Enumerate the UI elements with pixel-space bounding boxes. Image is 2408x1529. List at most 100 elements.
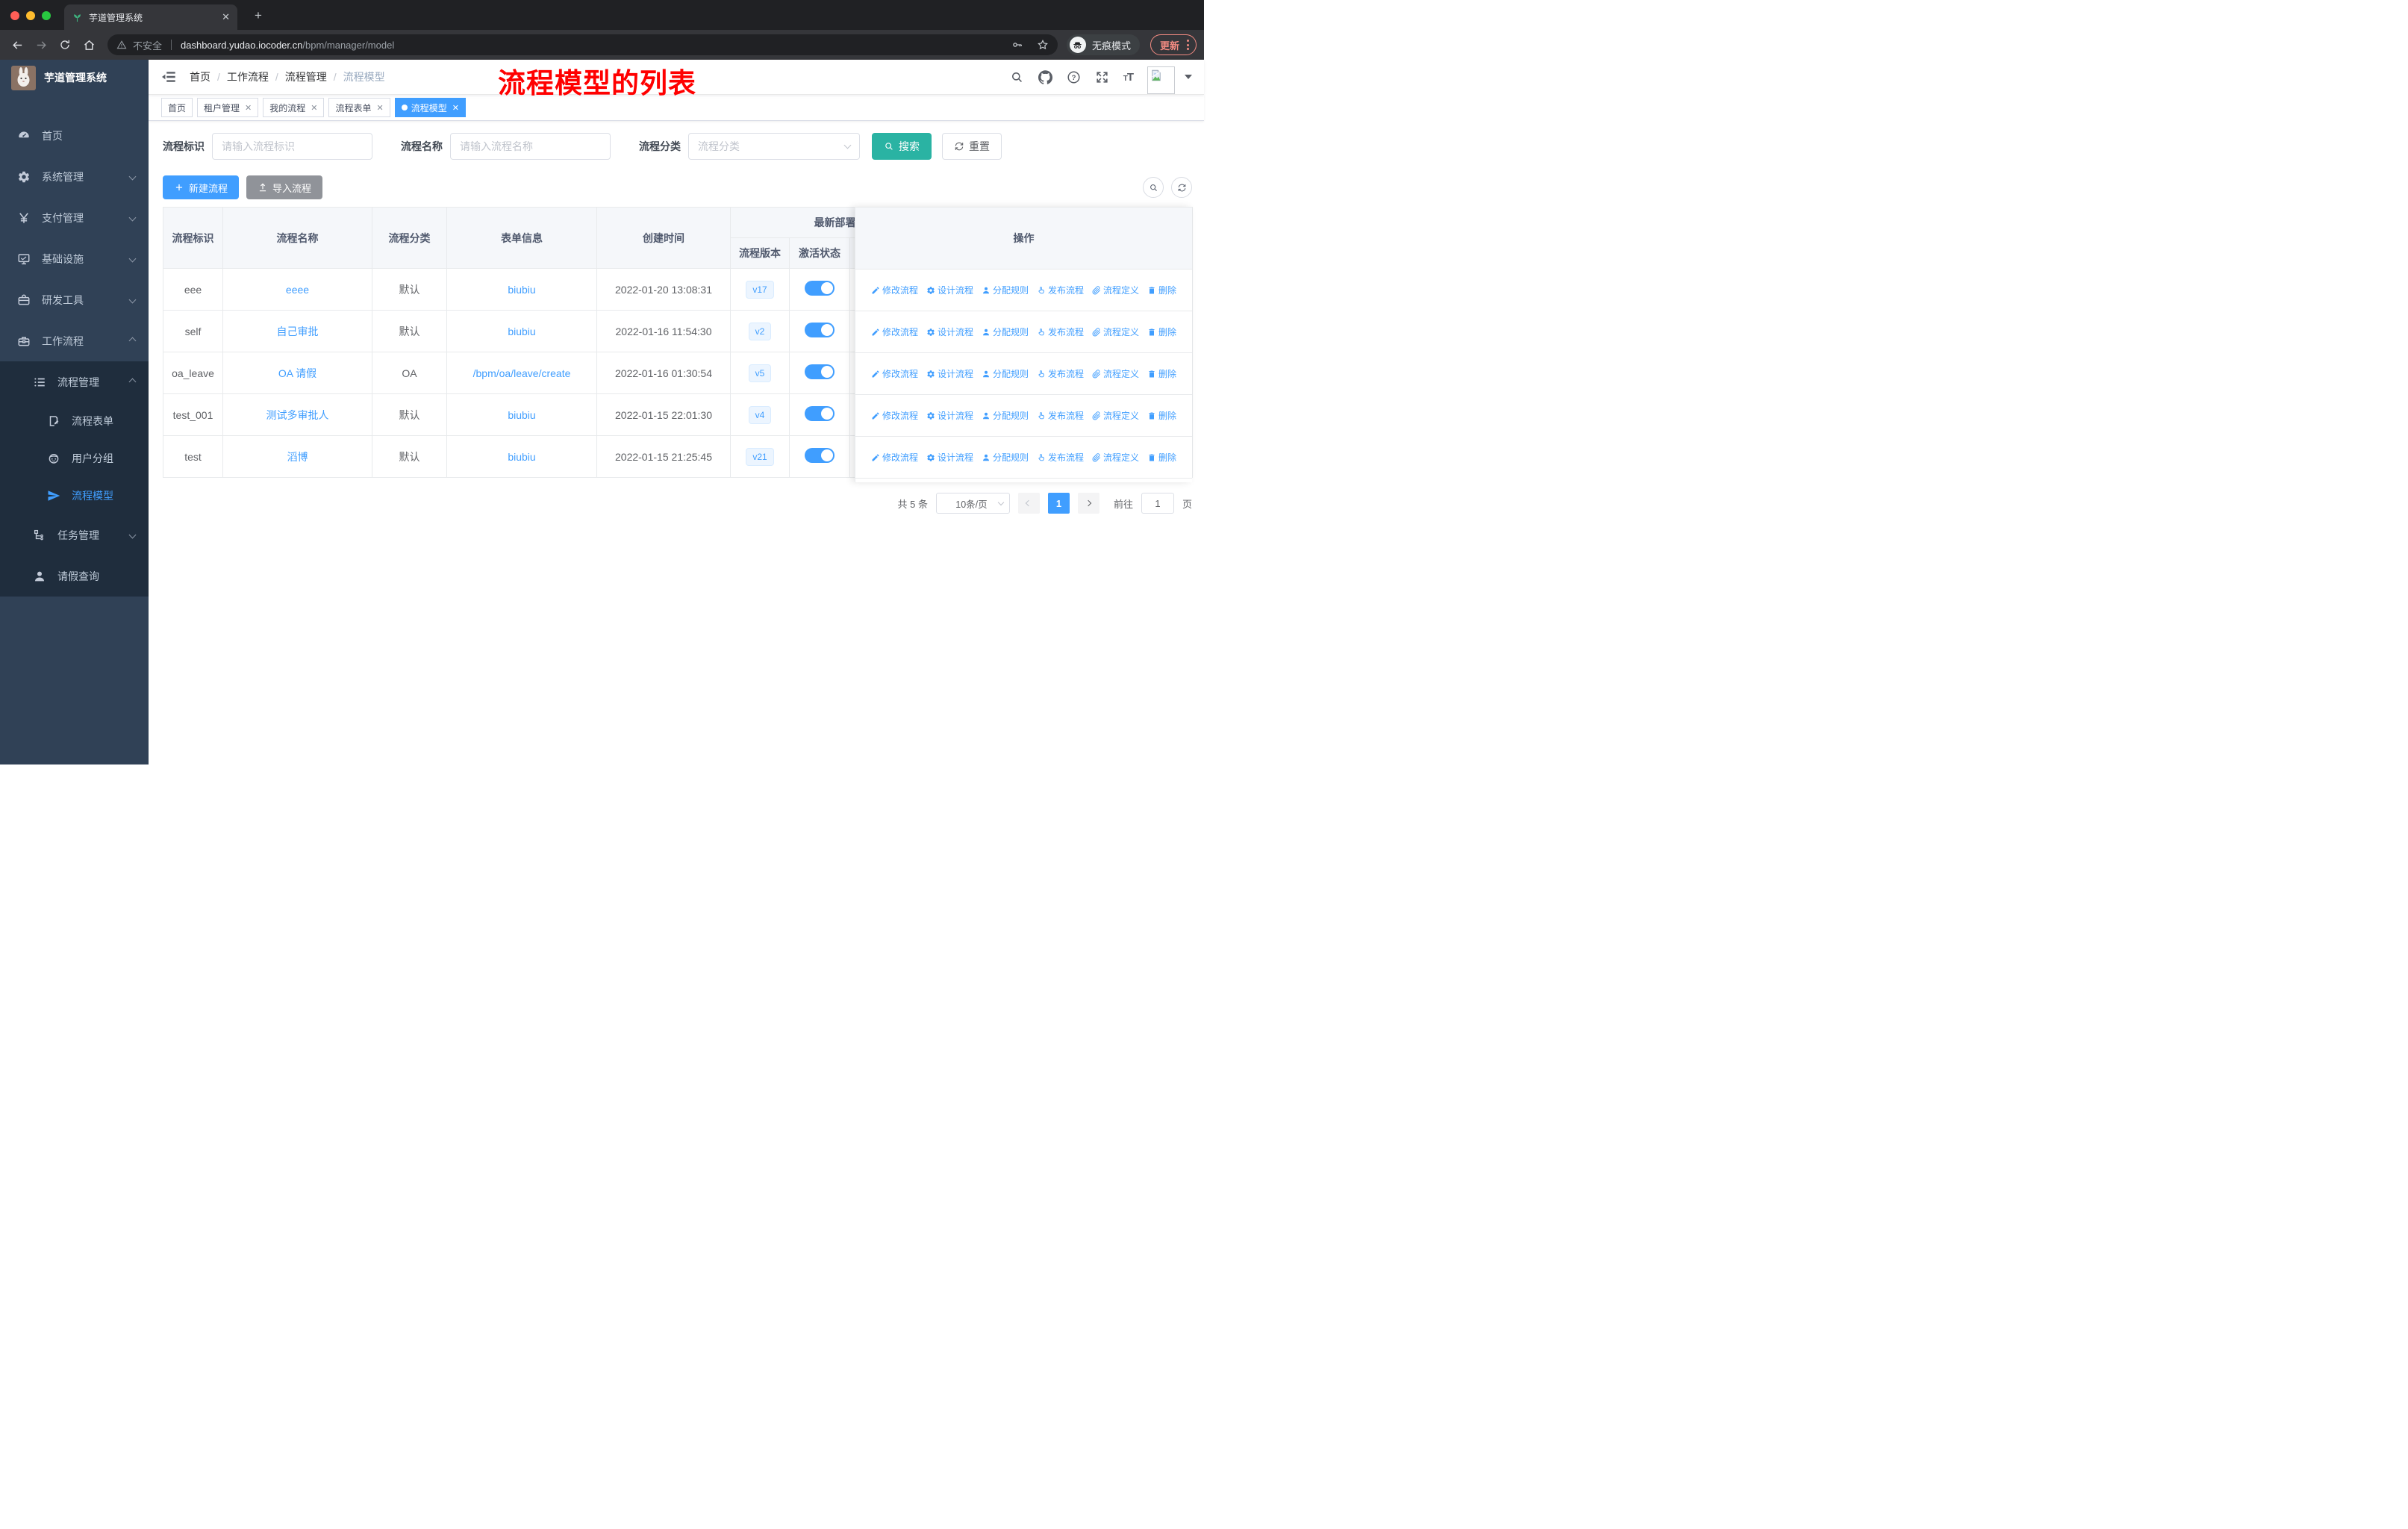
- process-definition-link[interactable]: 流程定义: [1092, 451, 1139, 464]
- assign-rule-link[interactable]: 分配规则: [982, 326, 1029, 338]
- back-button[interactable]: [7, 35, 27, 55]
- active-toggle[interactable]: [805, 406, 835, 421]
- current-page-button[interactable]: 1: [1047, 493, 1070, 514]
- model-name-link[interactable]: 滔博: [287, 451, 308, 463]
- font-size-icon[interactable]: TT: [1123, 71, 1134, 84]
- next-page-button[interactable]: [1077, 493, 1099, 514]
- assign-rule-link[interactable]: 分配规则: [982, 409, 1029, 422]
- github-icon[interactable]: [1038, 70, 1052, 84]
- design-model-link[interactable]: 设计流程: [926, 326, 973, 338]
- zoom-window-button[interactable]: [42, 11, 51, 20]
- tag-tenant[interactable]: 租户管理 ✕: [197, 98, 259, 117]
- refresh-table-button[interactable]: [1171, 177, 1192, 198]
- delete-model-link[interactable]: 删除: [1147, 367, 1176, 380]
- form-info-link[interactable]: /bpm/oa/leave/create: [473, 367, 571, 379]
- model-name-input[interactable]: [450, 133, 611, 160]
- sidebar-item-system[interactable]: 系统管理: [0, 156, 149, 197]
- process-definition-link[interactable]: 流程定义: [1092, 367, 1139, 380]
- tag-close-icon[interactable]: ✕: [452, 103, 459, 113]
- tag-process-form[interactable]: 流程表单 ✕: [328, 98, 390, 117]
- publish-model-link[interactable]: 发布流程: [1037, 284, 1084, 296]
- sidebar-item-process-manage[interactable]: 流程管理: [0, 361, 149, 402]
- update-chip[interactable]: 更新: [1150, 34, 1197, 55]
- page-size-select[interactable]: 10条/页: [935, 493, 1010, 514]
- reload-button[interactable]: [55, 35, 75, 55]
- design-model-link[interactable]: 设计流程: [926, 409, 973, 422]
- new-tab-button[interactable]: +: [249, 7, 267, 25]
- design-model-link[interactable]: 设计流程: [926, 367, 973, 380]
- prev-page-button[interactable]: [1017, 493, 1040, 514]
- breadcrumb-item[interactable]: 首页: [190, 69, 210, 84]
- address-bar[interactable]: 不安全 dashboard.yudao.iocoder.cn/bpm/manag…: [107, 34, 1058, 55]
- sidebar-item-devtools[interactable]: 研发工具: [0, 279, 149, 320]
- breadcrumb-item[interactable]: 流程管理: [285, 69, 327, 84]
- home-button[interactable]: [79, 35, 99, 55]
- edit-model-link[interactable]: 修改流程: [871, 284, 918, 296]
- form-info-link[interactable]: biubiu: [508, 409, 535, 421]
- help-icon[interactable]: [1067, 70, 1081, 84]
- goto-page-input[interactable]: [1141, 493, 1174, 514]
- sidebar-item-leave-query[interactable]: 请假查询: [0, 555, 149, 597]
- process-definition-link[interactable]: 流程定义: [1092, 284, 1139, 296]
- sidebar-item-user-group[interactable]: 用户分组: [0, 440, 149, 477]
- edit-model-link[interactable]: 修改流程: [871, 409, 918, 422]
- form-info-link[interactable]: biubiu: [508, 284, 535, 296]
- sidebar-item-process-model[interactable]: 流程模型: [0, 477, 149, 514]
- close-window-button[interactable]: [10, 11, 19, 20]
- sidebar-item-process-form[interactable]: 流程表单: [0, 402, 149, 440]
- publish-model-link[interactable]: 发布流程: [1037, 451, 1084, 464]
- model-name-link[interactable]: eeee: [286, 284, 309, 296]
- delete-model-link[interactable]: 删除: [1147, 409, 1176, 422]
- fullscreen-icon[interactable]: [1095, 70, 1109, 84]
- browser-tab[interactable]: 芋道管理系统 ✕: [64, 4, 237, 30]
- import-model-button[interactable]: 导入流程: [246, 175, 323, 199]
- assign-rule-link[interactable]: 分配规则: [982, 284, 1029, 296]
- tab-close-icon[interactable]: ✕: [222, 11, 230, 23]
- sidebar-item-workflow[interactable]: 工作流程: [0, 320, 149, 361]
- search-button[interactable]: 搜索: [872, 133, 932, 160]
- bookmark-star-icon[interactable]: [1037, 39, 1049, 51]
- tag-home[interactable]: 首页: [161, 98, 193, 117]
- model-key-input[interactable]: [212, 133, 372, 160]
- assign-rule-link[interactable]: 分配规则: [982, 367, 1029, 380]
- sidebar-item-payment[interactable]: 支付管理: [0, 197, 149, 238]
- tag-close-icon[interactable]: ✕: [377, 103, 384, 113]
- delete-model-link[interactable]: 删除: [1147, 326, 1176, 338]
- publish-model-link[interactable]: 发布流程: [1037, 409, 1084, 422]
- model-name-link[interactable]: OA 请假: [278, 367, 316, 379]
- tag-process-model[interactable]: 流程模型 ✕: [394, 98, 466, 117]
- edit-model-link[interactable]: 修改流程: [871, 451, 918, 464]
- forward-button[interactable]: [31, 35, 51, 55]
- tag-my-process[interactable]: 我的流程 ✕: [263, 98, 325, 117]
- active-toggle[interactable]: [805, 281, 835, 296]
- tag-close-icon[interactable]: ✕: [311, 103, 317, 113]
- active-toggle[interactable]: [805, 448, 835, 463]
- minimize-window-button[interactable]: [26, 11, 35, 20]
- breadcrumb-item[interactable]: 工作流程: [227, 69, 269, 84]
- reset-button[interactable]: 重置: [942, 133, 1002, 160]
- process-definition-link[interactable]: 流程定义: [1092, 409, 1139, 422]
- caret-down-icon[interactable]: [1185, 75, 1192, 79]
- sidebar-item-home[interactable]: 首页: [0, 115, 149, 156]
- browser-menu-icon[interactable]: [1187, 40, 1189, 50]
- active-toggle[interactable]: [805, 364, 835, 379]
- tag-close-icon[interactable]: ✕: [245, 103, 252, 113]
- delete-model-link[interactable]: 删除: [1147, 451, 1176, 464]
- publish-model-link[interactable]: 发布流程: [1037, 367, 1084, 380]
- avatar[interactable]: [1147, 66, 1175, 94]
- edit-model-link[interactable]: 修改流程: [871, 367, 918, 380]
- model-name-link[interactable]: 测试多审批人: [266, 409, 329, 421]
- form-info-link[interactable]: biubiu: [508, 326, 535, 337]
- password-key-icon[interactable]: [1011, 39, 1023, 51]
- category-select[interactable]: 流程分类: [688, 133, 860, 160]
- design-model-link[interactable]: 设计流程: [926, 284, 973, 296]
- toggle-search-button[interactable]: [1143, 177, 1164, 198]
- sidebar-toggle-icon[interactable]: [160, 69, 177, 85]
- edit-model-link[interactable]: 修改流程: [871, 326, 918, 338]
- model-name-link[interactable]: 自己审批: [277, 326, 319, 337]
- form-info-link[interactable]: biubiu: [508, 451, 535, 463]
- delete-model-link[interactable]: 删除: [1147, 284, 1176, 296]
- process-definition-link[interactable]: 流程定义: [1092, 326, 1139, 338]
- search-icon[interactable]: [1010, 70, 1024, 84]
- sidebar-item-infra[interactable]: 基础设施: [0, 238, 149, 279]
